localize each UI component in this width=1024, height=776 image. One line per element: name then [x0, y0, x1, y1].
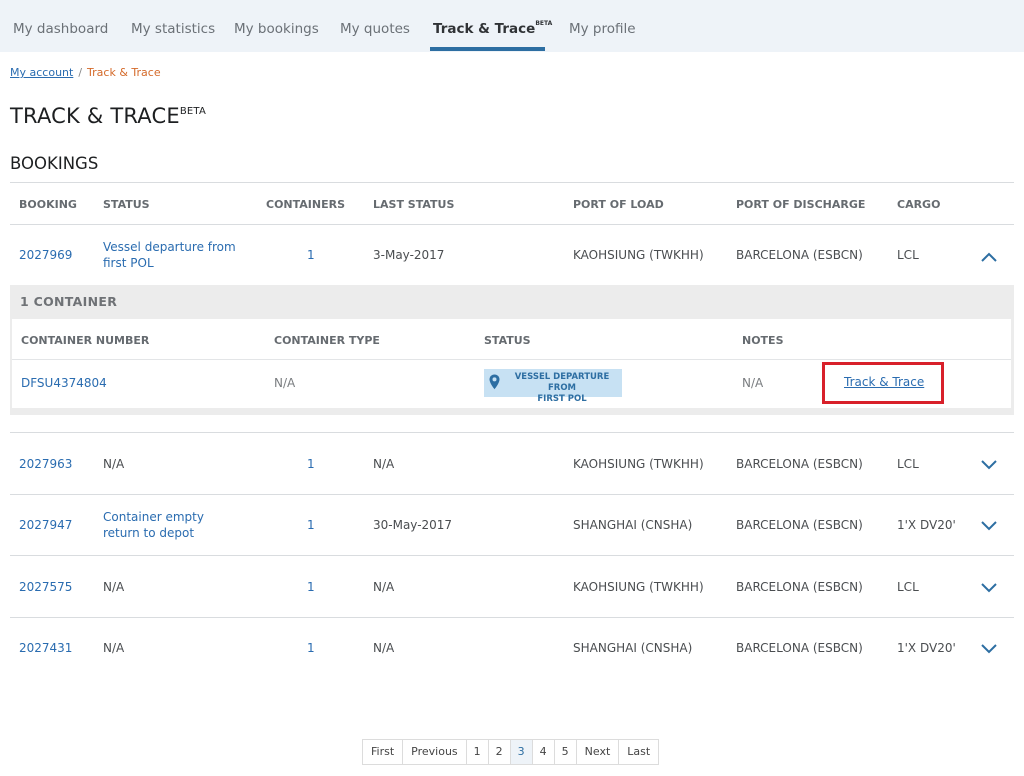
page-title-beta-badge: BETA — [179, 106, 206, 117]
container-panel-title: 1 CONTAINER — [20, 294, 118, 309]
port-of-load: SHANGHAI (CNSHA) — [573, 518, 693, 532]
booking-number-link[interactable]: 2027947 — [19, 518, 72, 532]
breadcrumb: My account / Track & Trace — [10, 66, 161, 79]
divider — [12, 359, 1011, 360]
chevron-down-icon[interactable] — [980, 642, 998, 654]
booking-status: Vessel departure from first POL — [103, 240, 236, 270]
tab-my-profile[interactable]: My profile — [569, 0, 636, 52]
cargo-type: 1'X DV20' — [897, 518, 956, 532]
last-status-date: 30-May-2017 — [373, 518, 453, 532]
column-header-port-of-discharge: PORT OF DISCHARGE — [736, 198, 866, 211]
chevron-down-icon[interactable] — [980, 458, 998, 470]
booking-status: N/A — [103, 641, 125, 655]
port-of-load: KAOHSIUNG (TWKHH) — [573, 248, 704, 262]
pagination-next[interactable]: Next — [576, 740, 620, 764]
column-header-status: STATUS — [103, 198, 150, 211]
section-title-bookings: BOOKINGS — [10, 154, 99, 173]
booking-number-link[interactable]: 2027969 — [19, 248, 72, 262]
breadcrumb-current: Track & Trace — [87, 66, 161, 79]
containers-count: 1 — [307, 248, 315, 262]
divider — [10, 494, 1014, 495]
port-of-discharge: BARCELONA (ESBCN) — [736, 457, 863, 471]
chevron-down-icon[interactable] — [980, 519, 998, 531]
containers-count: 1 — [307, 580, 315, 594]
cargo-type: 1'X DV20' — [897, 641, 956, 655]
tab-track-and-trace[interactable]: Track & TraceBETA — [433, 0, 552, 52]
breadcrumb-separator: / — [78, 66, 83, 79]
column-header-port-of-load: PORT OF LOAD — [573, 198, 664, 211]
tab-my-quotes[interactable]: My quotes — [340, 0, 410, 52]
containers-count: 1 — [307, 518, 315, 532]
beta-badge: BETA — [535, 20, 553, 27]
pagination-page-4[interactable]: 4 — [532, 740, 555, 764]
pagination-page-3[interactable]: 3 — [510, 740, 533, 764]
divider — [10, 617, 1014, 618]
column-header-container-status: STATUS — [484, 334, 531, 347]
pagination-page-2[interactable]: 2 — [488, 740, 511, 764]
booking-status: N/A — [103, 457, 125, 471]
tab-my-bookings[interactable]: My bookings — [234, 0, 319, 52]
track-and-trace-link[interactable]: Track & Trace — [844, 375, 924, 389]
containers-count: 1 — [307, 457, 315, 471]
port-of-discharge: BARCELONA (ESBCN) — [736, 580, 863, 594]
pagination-last[interactable]: Last — [619, 740, 659, 764]
booking-status: N/A — [103, 580, 125, 594]
last-status-date: N/A — [373, 457, 395, 471]
status-badge-text: VESSEL DEPARTURE FROM FIRST POL — [504, 372, 620, 405]
last-status-date: 3-May-2017 — [373, 248, 445, 262]
divider — [10, 432, 1014, 433]
top-navigation: My dashboard My statistics My bookings M… — [0, 0, 1024, 52]
status-badge-line: FIRST POL — [537, 394, 587, 404]
active-tab-indicator — [430, 47, 545, 51]
pagination-page-1[interactable]: 1 — [466, 740, 489, 764]
page-title-text: TRACK & TRACE — [10, 104, 180, 128]
status-badge: VESSEL DEPARTURE FROM FIRST POL — [484, 369, 622, 404]
page-title: TRACK & TRACEBETA — [10, 104, 206, 128]
breadcrumb-my-account-link[interactable]: My account — [10, 66, 73, 79]
booking-number-link[interactable]: 2027575 — [19, 580, 72, 594]
pagination-page-5[interactable]: 5 — [554, 740, 577, 764]
booking-number-link[interactable]: 2027431 — [19, 641, 72, 655]
pagination: First Previous 1 2 3 4 5 Next Last — [362, 739, 660, 765]
container-notes: N/A — [742, 376, 764, 390]
status-badge-line: VESSEL DEPARTURE FROM — [514, 372, 610, 393]
pagination-first[interactable]: First — [363, 740, 404, 764]
port-of-load: KAOHSIUNG (TWKHH) — [573, 457, 704, 471]
location-pin-icon — [489, 374, 500, 394]
column-header-container-type: CONTAINER TYPE — [274, 334, 380, 347]
chevron-down-icon[interactable] — [980, 581, 998, 593]
tab-label: Track & Trace — [433, 21, 536, 37]
last-status-date: N/A — [373, 580, 395, 594]
chevron-up-icon[interactable] — [980, 251, 998, 263]
column-header-containers: CONTAINERS — [266, 198, 345, 211]
column-header-container-number: CONTAINER NUMBER — [21, 334, 150, 347]
cargo-type: LCL — [897, 457, 919, 471]
booking-number-link[interactable]: 2027963 — [19, 457, 72, 471]
container-number-link[interactable]: DFSU4374804 — [21, 376, 107, 390]
cargo-type: LCL — [897, 248, 919, 262]
pagination-previous[interactable]: Previous — [403, 740, 467, 764]
port-of-discharge: BARCELONA (ESBCN) — [736, 641, 863, 655]
divider — [10, 224, 1014, 225]
container-type: N/A — [274, 376, 296, 390]
divider — [10, 555, 1014, 556]
booking-status: Container empty return to depot — [103, 510, 204, 540]
port-of-load: SHANGHAI (CNSHA) — [573, 641, 693, 655]
last-status-date: N/A — [373, 641, 395, 655]
divider — [10, 182, 1014, 183]
column-header-notes: NOTES — [742, 334, 784, 347]
tab-my-statistics[interactable]: My statistics — [131, 0, 215, 52]
port-of-discharge: BARCELONA (ESBCN) — [736, 248, 863, 262]
column-header-cargo: CARGO — [897, 198, 941, 211]
containers-count: 1 — [307, 641, 315, 655]
port-of-discharge: BARCELONA (ESBCN) — [736, 518, 863, 532]
tab-my-dashboard[interactable]: My dashboard — [13, 0, 108, 52]
cargo-type: LCL — [897, 580, 919, 594]
column-header-booking: BOOKING — [19, 198, 77, 211]
column-header-last-status: LAST STATUS — [373, 198, 455, 211]
port-of-load: KAOHSIUNG (TWKHH) — [573, 580, 704, 594]
